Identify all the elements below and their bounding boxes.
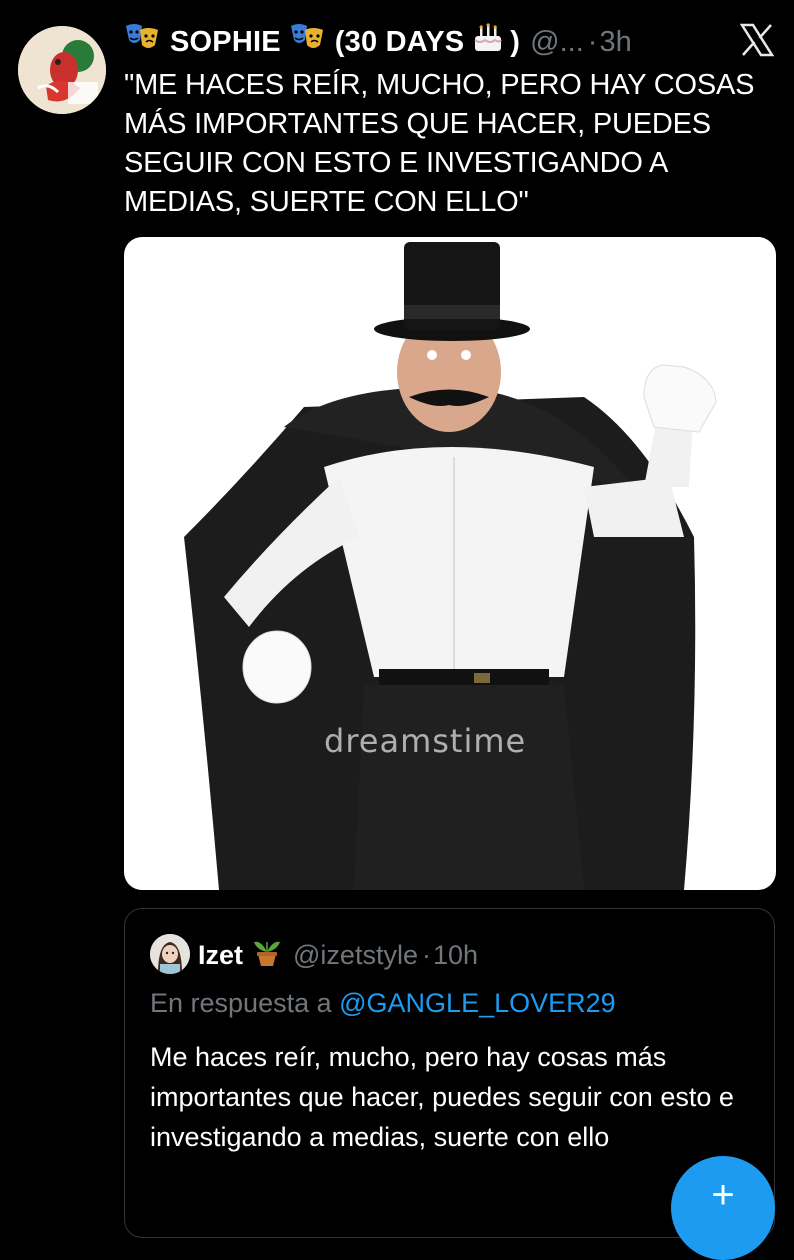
tweet-text: "ME HACES REÍR, MUCHO, PERO HAY COSAS MÁ… <box>124 69 755 218</box>
quoted-tweet-header: Izet @izetstyle · 10h <box>198 936 478 975</box>
separator-dot: · <box>421 940 431 970</box>
reply-mention-link[interactable]: @GANGLE_LOVER29 <box>339 988 616 1018</box>
theater-masks-icon <box>289 22 325 62</box>
tweet-time[interactable]: 3h <box>599 26 631 59</box>
reply-context: En respuesta a @GANGLE_LOVER29 <box>150 988 616 1019</box>
media-watermark: dreamstime <box>324 722 527 760</box>
compose-plus-icon: + <box>711 1173 735 1217</box>
quoted-author-handle[interactable]: @izetstyle <box>293 940 418 971</box>
theater-masks-icon <box>124 22 160 62</box>
quoted-avatar-illustration <box>150 934 190 974</box>
magician-photo <box>184 242 717 890</box>
separator-dot: · <box>587 25 598 58</box>
quoted-tweet-text: Me haces reír, mucho, pero hay cosas más… <box>150 1042 734 1152</box>
author-avatar[interactable] <box>18 26 106 114</box>
author-name-close: ) <box>510 25 521 58</box>
author-name[interactable]: SOPHIE <box>170 26 281 59</box>
compose-button[interactable]: + <box>671 1156 775 1260</box>
quoted-author-name[interactable]: Izet <box>198 940 243 971</box>
quoted-author-avatar[interactable] <box>150 934 190 974</box>
reply-prefix: En respuesta a <box>150 988 332 1018</box>
author-handle[interactable]: @... <box>530 26 584 59</box>
birthday-cake-icon <box>472 22 504 62</box>
potted-plant-icon <box>251 936 283 975</box>
tweet-media-image[interactable]: dreamstime <box>124 237 776 890</box>
quoted-tweet-time[interactable]: 10h <box>433 940 478 971</box>
x-logo-icon[interactable] <box>737 20 777 60</box>
avatar-illustration <box>18 26 106 114</box>
tweet-header: SOPHIE (30 DAYS ) @... · 3h <box>124 22 632 62</box>
author-name-suffix: (30 DAYS <box>334 25 465 58</box>
